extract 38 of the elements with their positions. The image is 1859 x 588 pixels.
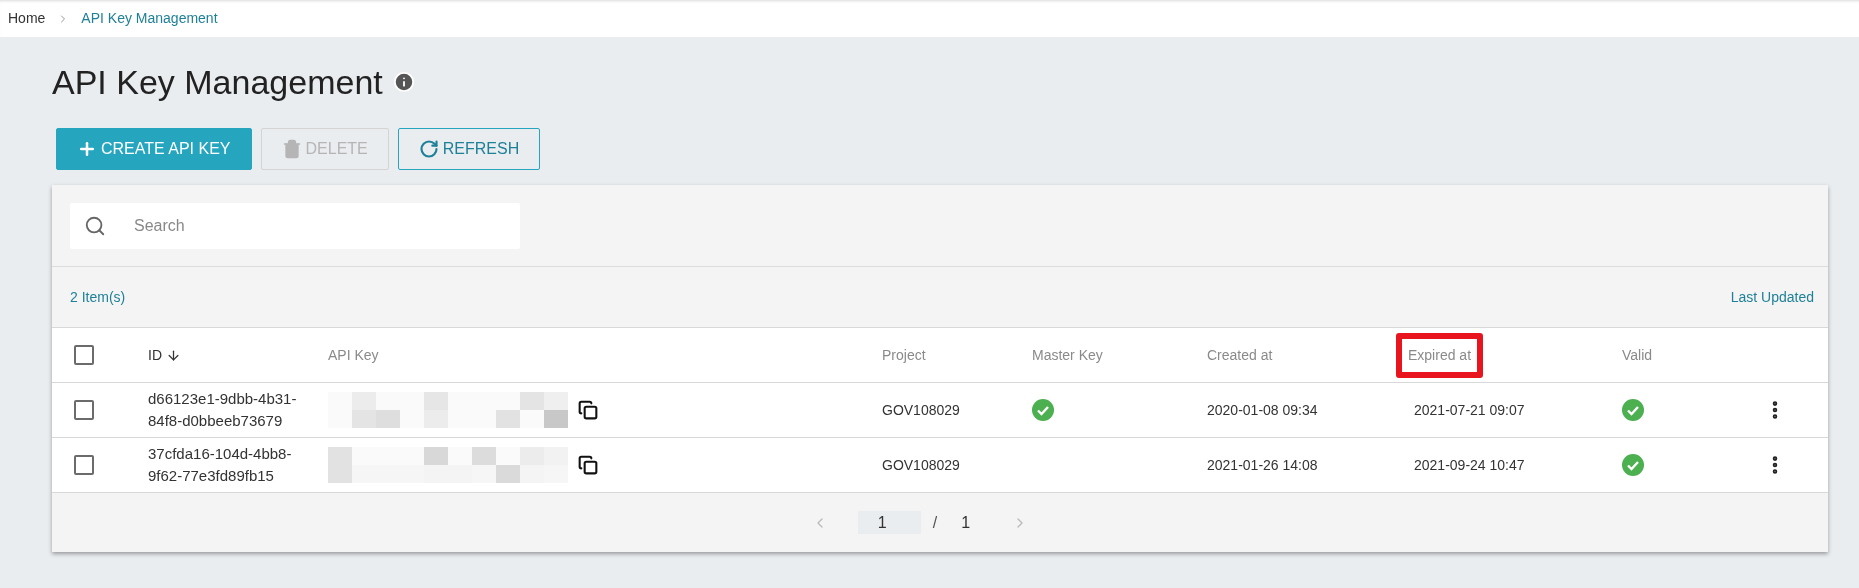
column-header[interactable]: Project	[882, 344, 926, 366]
trash-icon	[281, 139, 302, 159]
id-cell-text: 37cfda16-104d-4bb8-9f62-77e3fd89fb15	[148, 444, 293, 486]
expired-cell-text: 2021-09-24 10:47	[1414, 455, 1526, 475]
column-header[interactable]: API Key	[328, 344, 379, 366]
page-title: API Key Management	[52, 61, 383, 103]
expired-cell-text: 2021-07-21 09:07	[1414, 400, 1526, 420]
page-total: 1	[961, 512, 971, 533]
breadcrumb-link[interactable]: Home	[8, 8, 46, 29]
created-cell-text: 2021-01-26 14:08	[1207, 455, 1319, 475]
checkbox[interactable]	[74, 345, 94, 365]
page-input[interactable]: 1	[857, 511, 921, 534]
column-header[interactable]: Valid	[1622, 344, 1653, 366]
page-separator: /	[932, 512, 938, 533]
project-cell-text: GOV108029	[882, 455, 961, 475]
search-input[interactable]: Search	[134, 210, 506, 241]
id-cell-text: d66123e1-9dbb-4b31-84f8-d0bbeeb73679	[148, 389, 298, 431]
search-field[interactable]: Search	[70, 202, 520, 249]
column-header[interactable]: ID	[148, 344, 162, 366]
refresh-icon	[418, 139, 439, 159]
breadcrumb-link[interactable]: API Key Management	[81, 8, 218, 29]
checkbox[interactable]	[74, 400, 94, 420]
item-count: 2 Item(s)	[70, 287, 126, 307]
plus-icon	[77, 139, 97, 159]
copy-icon[interactable]	[578, 455, 598, 475]
checkbox[interactable]	[74, 455, 94, 475]
refresh-button[interactable]: REFRESH	[397, 128, 541, 170]
column-header[interactable]: Created at	[1207, 344, 1273, 366]
copy-icon[interactable]	[578, 400, 598, 420]
last-updated-link[interactable]: Last Updated	[1730, 286, 1814, 308]
sort-arrow-icon[interactable]	[166, 347, 181, 363]
project-cell-text: GOV108029	[882, 400, 961, 420]
create-button[interactable]: CREATE API KEY	[56, 128, 252, 170]
column-header[interactable]: Master Key	[1032, 344, 1103, 366]
search-icon	[84, 214, 106, 237]
created-cell-text: 2020-01-08 09:34	[1207, 400, 1319, 420]
column-header[interactable]: Expired at	[1408, 344, 1472, 366]
info-icon	[392, 71, 415, 93]
